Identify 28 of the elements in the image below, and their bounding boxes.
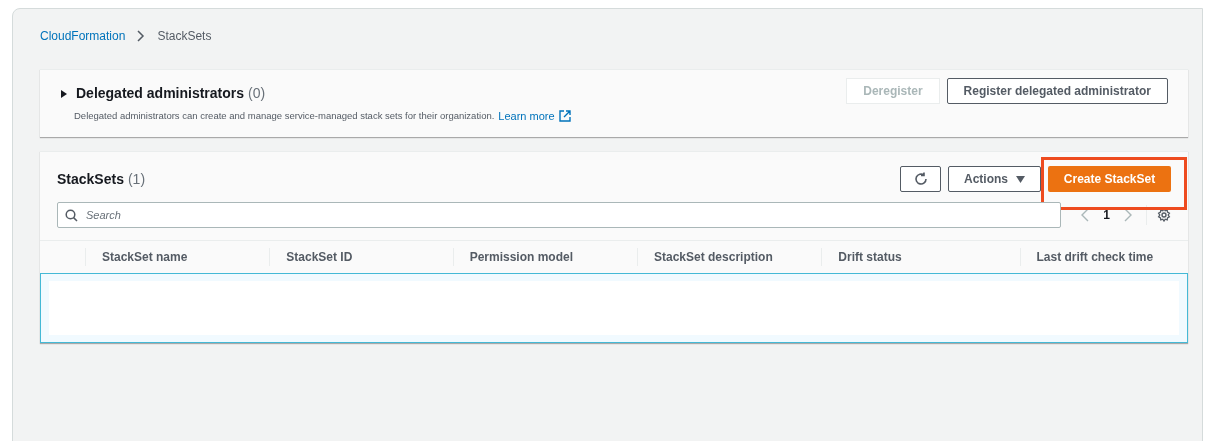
- settings-icon[interactable]: [1157, 207, 1171, 222]
- search-field[interactable]: Search: [57, 201, 1062, 228]
- panel-count: (0): [248, 84, 266, 103]
- column-header[interactable]: StackSet name: [102, 248, 188, 266]
- refresh-icon: [913, 172, 928, 186]
- breadcrumb-link[interactable]: CloudFormation: [40, 27, 126, 45]
- panel-title: Delegated administrators: [76, 84, 245, 103]
- breadcrumb-current: StackSets: [157, 28, 212, 45]
- column-header[interactable]: StackSet description: [654, 248, 773, 266]
- column-header[interactable]: Last drift check time: [1036, 248, 1154, 266]
- refresh-button[interactable]: [900, 166, 941, 192]
- expand-triangle-icon[interactable]: [60, 88, 68, 99]
- learn-more-link[interactable]: Learn more: [498, 108, 555, 125]
- panel-count: (1): [127, 169, 146, 189]
- next-page-icon[interactable]: [1124, 207, 1132, 222]
- search-icon: [65, 208, 78, 222]
- panel-description: Delegated administrators can create and manage service-managed stack sets for their organization.: [74, 109, 495, 124]
- previous-page-icon[interactable]: [1081, 207, 1090, 222]
- column-header[interactable]: Drift status: [838, 248, 902, 266]
- column-header[interactable]: Permission model: [469, 248, 574, 266]
- actions-dropdown[interactable]: Actions: [948, 166, 1041, 192]
- register-button[interactable]: Register delegated administrator: [946, 78, 1168, 104]
- caret-down-icon: [1016, 175, 1025, 183]
- chevron-right-icon: [137, 30, 146, 42]
- external-link-icon[interactable]: [558, 110, 571, 123]
- page-number[interactable]: 1: [1103, 205, 1110, 224]
- panel-title: StackSets: [57, 169, 124, 189]
- column-header[interactable]: StackSet ID: [286, 248, 353, 266]
